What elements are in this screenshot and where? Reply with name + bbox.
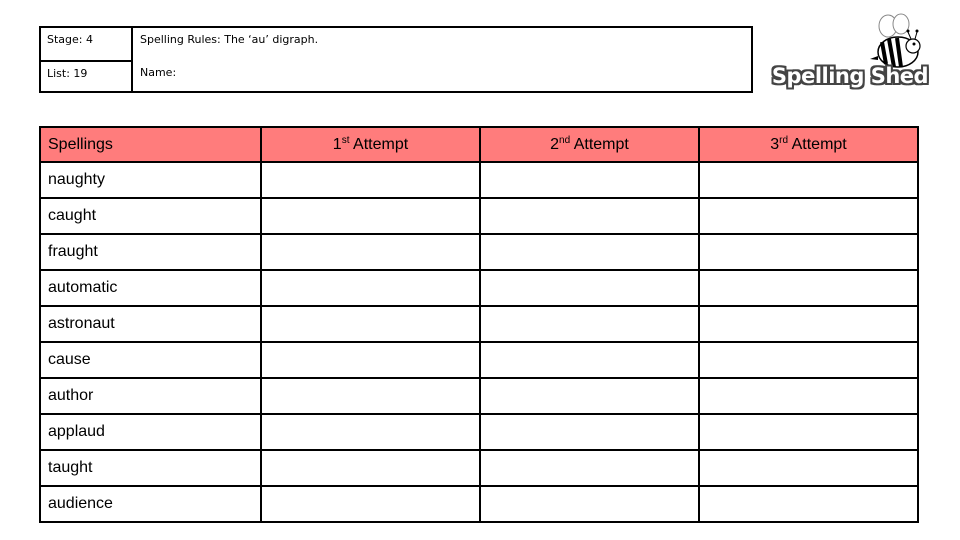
attempt-2-cell[interactable] [479,233,700,271]
worksheet-info-box: Stage: 4 List: 19 Spelling Rules: The ‘a… [39,26,753,93]
attempt-2-cell[interactable] [479,305,700,343]
logo-text: Spelling Shed [771,64,929,88]
attempt-1-cell[interactable] [260,485,481,523]
spelling-word: author [39,377,262,415]
table-row: automatic [39,269,919,307]
attempt-1-cell[interactable] [260,341,481,379]
table-row: cause [39,341,919,379]
table-row: audience [39,485,919,523]
table-row: author [39,377,919,415]
attempt-3-cell[interactable] [698,413,919,451]
spelling-word: naughty [39,161,262,199]
header-attempt-1: 1st Attempt [260,126,481,163]
stage-label: Stage: 4 [41,28,131,62]
attempt-3-cell[interactable] [698,269,919,307]
attempt-2-cell[interactable] [479,161,700,199]
name-field-label: Name: [140,66,177,79]
spelling-word: caught [39,197,262,235]
attempt-3-cell[interactable] [698,377,919,415]
attempt-1-cell[interactable] [260,269,481,307]
header-attempt-2: 2nd Attempt [479,126,700,163]
attempt-2-cell[interactable] [479,485,700,523]
bee-icon [870,13,921,68]
info-left-column: Stage: 4 List: 19 [41,28,133,91]
spelling-word: astronaut [39,305,262,343]
attempt-2-cell[interactable] [479,449,700,487]
attempt-3-cell[interactable] [698,305,919,343]
attempt-1-cell[interactable] [260,449,481,487]
attempt-3-cell[interactable] [698,485,919,523]
attempt-1-cell[interactable] [260,413,481,451]
attempt-3-cell[interactable] [698,449,919,487]
table-row: naughty [39,161,919,199]
header-attempt-3: 3rd Attempt [698,126,919,163]
table-row: taught [39,449,919,487]
attempt-2-cell[interactable] [479,269,700,307]
spelling-word: fraught [39,233,262,271]
attempt-3-cell[interactable] [698,233,919,271]
spelling-word: automatic [39,269,262,307]
table-header-row: Spellings 1st Attempt 2nd Attempt 3rd At… [39,126,919,163]
attempt-2-cell[interactable] [479,341,700,379]
attempt-2-cell[interactable] [479,197,700,235]
attempt-3-cell[interactable] [698,161,919,199]
attempt-2-cell[interactable] [479,413,700,451]
list-label: List: 19 [47,67,88,80]
header-spellings: Spellings [39,126,262,163]
spelling-shed-logo: Spelling Shed [770,12,930,96]
attempt-2-cell[interactable] [479,377,700,415]
spelling-word: taught [39,449,262,487]
attempt-1-cell[interactable] [260,305,481,343]
spelling-word: audience [39,485,262,523]
spelling-table: Spellings 1st Attempt 2nd Attempt 3rd At… [39,126,919,523]
attempt-3-cell[interactable] [698,197,919,235]
table-row: astronaut [39,305,919,343]
attempt-1-cell[interactable] [260,233,481,271]
table-row: applaud [39,413,919,451]
table-row: fraught [39,233,919,271]
attempt-1-cell[interactable] [260,377,481,415]
spelling-rules-label: Spelling Rules: The ‘au’ digraph. [140,33,319,46]
attempt-1-cell[interactable] [260,197,481,235]
table-row: caught [39,197,919,235]
spelling-word: cause [39,341,262,379]
attempt-1-cell[interactable] [260,161,481,199]
spelling-word: applaud [39,413,262,451]
attempt-3-cell[interactable] [698,341,919,379]
